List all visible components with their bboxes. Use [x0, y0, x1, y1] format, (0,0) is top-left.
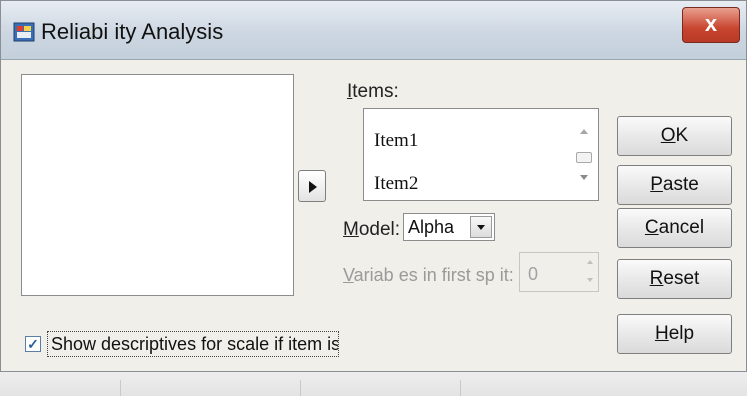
background-divider — [460, 380, 461, 396]
model-selected-value: Alpha — [408, 217, 455, 237]
title-bar: Reliabi ity Analysis x — [1, 1, 746, 60]
scroll-up-arrow-icon[interactable] — [580, 129, 588, 134]
items-list[interactable]: Item1 Item2 — [363, 108, 599, 201]
split-variables-spinner[interactable] — [583, 252, 599, 292]
split-variables-value: 0 — [528, 264, 539, 284]
window-title: Reliabi ity Analysis — [41, 19, 224, 44]
paste-button[interactable]: Paste — [617, 165, 732, 205]
right-arrow-icon — [309, 181, 317, 193]
reset-button[interactable]: Reset — [617, 259, 732, 299]
reliability-analysis-dialog: Reliabi ity Analysis x Items: Item1 Item… — [0, 0, 747, 372]
spin-up-icon[interactable] — [587, 260, 593, 264]
ok-button[interactable]: OK — [617, 116, 732, 156]
show-descriptives-checkbox[interactable]: ✓ — [25, 336, 41, 352]
move-to-items-button[interactable] — [298, 170, 326, 202]
close-button[interactable]: x — [682, 7, 740, 43]
scrollbar-thumb[interactable] — [576, 152, 592, 163]
chevron-down-icon — [477, 225, 485, 230]
items-label: Items: — [347, 81, 399, 102]
app-icon — [13, 22, 35, 42]
help-button[interactable]: Help — [617, 314, 732, 354]
source-variable-list[interactable] — [21, 74, 294, 296]
checkmark-icon: ✓ — [27, 336, 39, 352]
list-item[interactable]: Item2 — [374, 173, 418, 195]
close-icon: x — [704, 11, 718, 36]
scroll-down-arrow-icon[interactable] — [580, 175, 588, 180]
list-item[interactable]: Item1 — [374, 130, 418, 152]
spin-down-icon[interactable] — [587, 278, 593, 282]
model-label: Model: — [343, 219, 401, 240]
background-divider — [120, 380, 121, 396]
model-select[interactable]: Alpha — [403, 213, 495, 241]
show-descriptives-label[interactable]: Show descriptives for scale if item is d… — [47, 331, 339, 357]
background-divider — [300, 380, 301, 396]
cancel-button[interactable]: Cancel — [617, 208, 732, 248]
split-variables-label: Variab es in first sp it: — [343, 265, 514, 285]
dropdown-button[interactable] — [470, 216, 492, 238]
